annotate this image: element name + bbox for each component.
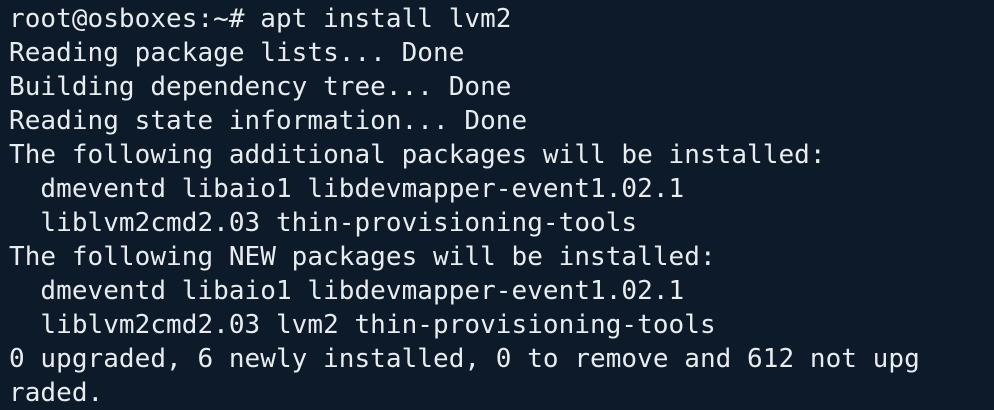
terminal-output-line: dmeventd libaio1 libdevmapper-event1.02.… xyxy=(9,276,685,306)
terminal-output-line: Building dependency tree... Done xyxy=(9,72,512,102)
terminal-output-line: liblvm2cmd2.03 lvm2 thin-provisioning-to… xyxy=(9,310,716,340)
terminal-output-line: raded. xyxy=(9,378,104,408)
terminal-output-line: The following NEW packages will be insta… xyxy=(9,242,716,272)
terminal-window[interactable]: root@osboxes:~# apt install lvm2 Reading… xyxy=(0,0,994,410)
terminal-output-line: dmeventd libaio1 libdevmapper-event1.02.… xyxy=(9,174,685,204)
terminal-output-line: The following additional packages will b… xyxy=(9,140,826,170)
terminal-prompt-command: root@osboxes:~# apt install lvm2 xyxy=(9,4,512,34)
terminal-output-line: 0 upgraded, 6 newly installed, 0 to remo… xyxy=(9,344,920,374)
terminal-output-line: liblvm2cmd2.03 thin-provisioning-tools xyxy=(9,208,638,238)
terminal-output-line: Reading state information... Done xyxy=(9,106,528,136)
terminal-output-line: Reading package lists... Done xyxy=(9,38,465,68)
